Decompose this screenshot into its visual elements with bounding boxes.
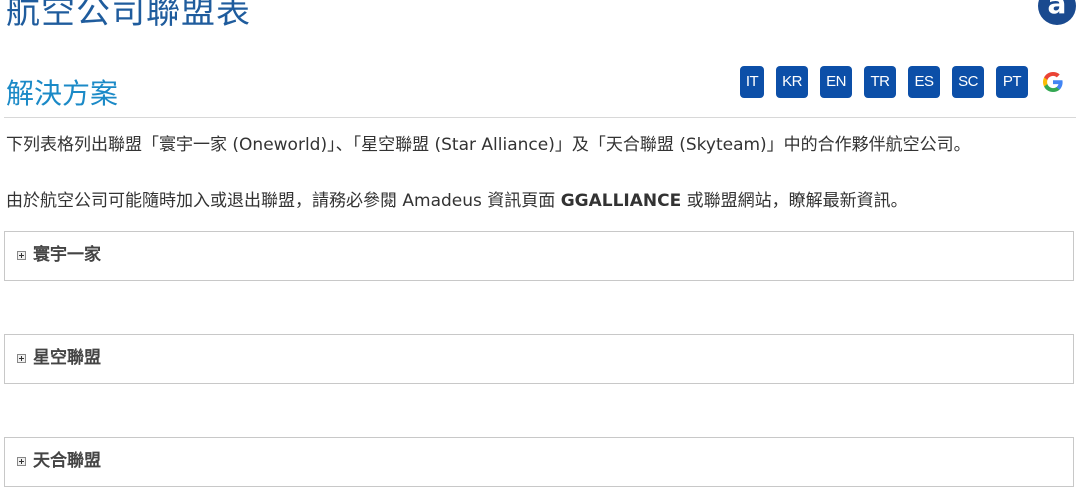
lang-button-it[interactable]: IT: [740, 65, 764, 98]
notice-suffix: 或聯盟網站，瞭解最新資訊。: [681, 191, 908, 211]
panel-skyteam[interactable]: 天合聯盟: [4, 437, 1074, 487]
expand-plus-icon[interactable]: [17, 456, 26, 466]
panel-header[interactable]: 寰宇一家: [17, 243, 101, 267]
lang-button-sc[interactable]: SC: [952, 65, 984, 98]
notice-prefix: 由於航空公司可能隨時加入或退出聯盟，請務必參閱 Amadeus 資訊頁面: [6, 191, 561, 211]
lang-button-pt[interactable]: PT: [996, 65, 1028, 98]
panel-header[interactable]: 天合聯盟: [17, 449, 101, 473]
lang-button-en[interactable]: EN: [820, 65, 852, 98]
lang-button-kr[interactable]: KR: [776, 65, 808, 98]
panel-title-star-alliance: 星空聯盟: [33, 348, 101, 368]
lang-button-tr[interactable]: TR: [864, 65, 896, 98]
page-title: 航空公司聯盟表: [6, 0, 251, 32]
intro-text: 下列表格列出聯盟「寰宇一家 (Oneworld)」、「星空聯盟 (Star Al…: [6, 135, 971, 155]
ggalliance-link[interactable]: GGALLIANCE: [561, 191, 682, 211]
google-g-icon: [1043, 72, 1063, 93]
section-heading: 解決方案: [6, 77, 119, 110]
amadeus-logo[interactable]: a: [1038, 0, 1076, 25]
panel-title-oneworld: 寰宇一家: [33, 245, 101, 265]
notice-text: 由於航空公司可能隨時加入或退出聯盟，請務必參閱 Amadeus 資訊頁面 GGA…: [6, 190, 908, 212]
language-bar: IT KR EN TR ES SC PT: [740, 65, 1066, 98]
header-divider: [4, 117, 1076, 118]
panel-header[interactable]: 星空聯盟: [17, 346, 101, 370]
lang-button-es[interactable]: ES: [908, 65, 940, 98]
expand-plus-icon[interactable]: [17, 250, 26, 260]
panel-star-alliance[interactable]: 星空聯盟: [4, 334, 1074, 384]
panel-title-skyteam: 天合聯盟: [33, 451, 101, 471]
expand-plus-icon[interactable]: [17, 353, 26, 363]
panel-oneworld[interactable]: 寰宇一家: [4, 231, 1074, 281]
google-translate-icon[interactable]: [1040, 66, 1066, 98]
